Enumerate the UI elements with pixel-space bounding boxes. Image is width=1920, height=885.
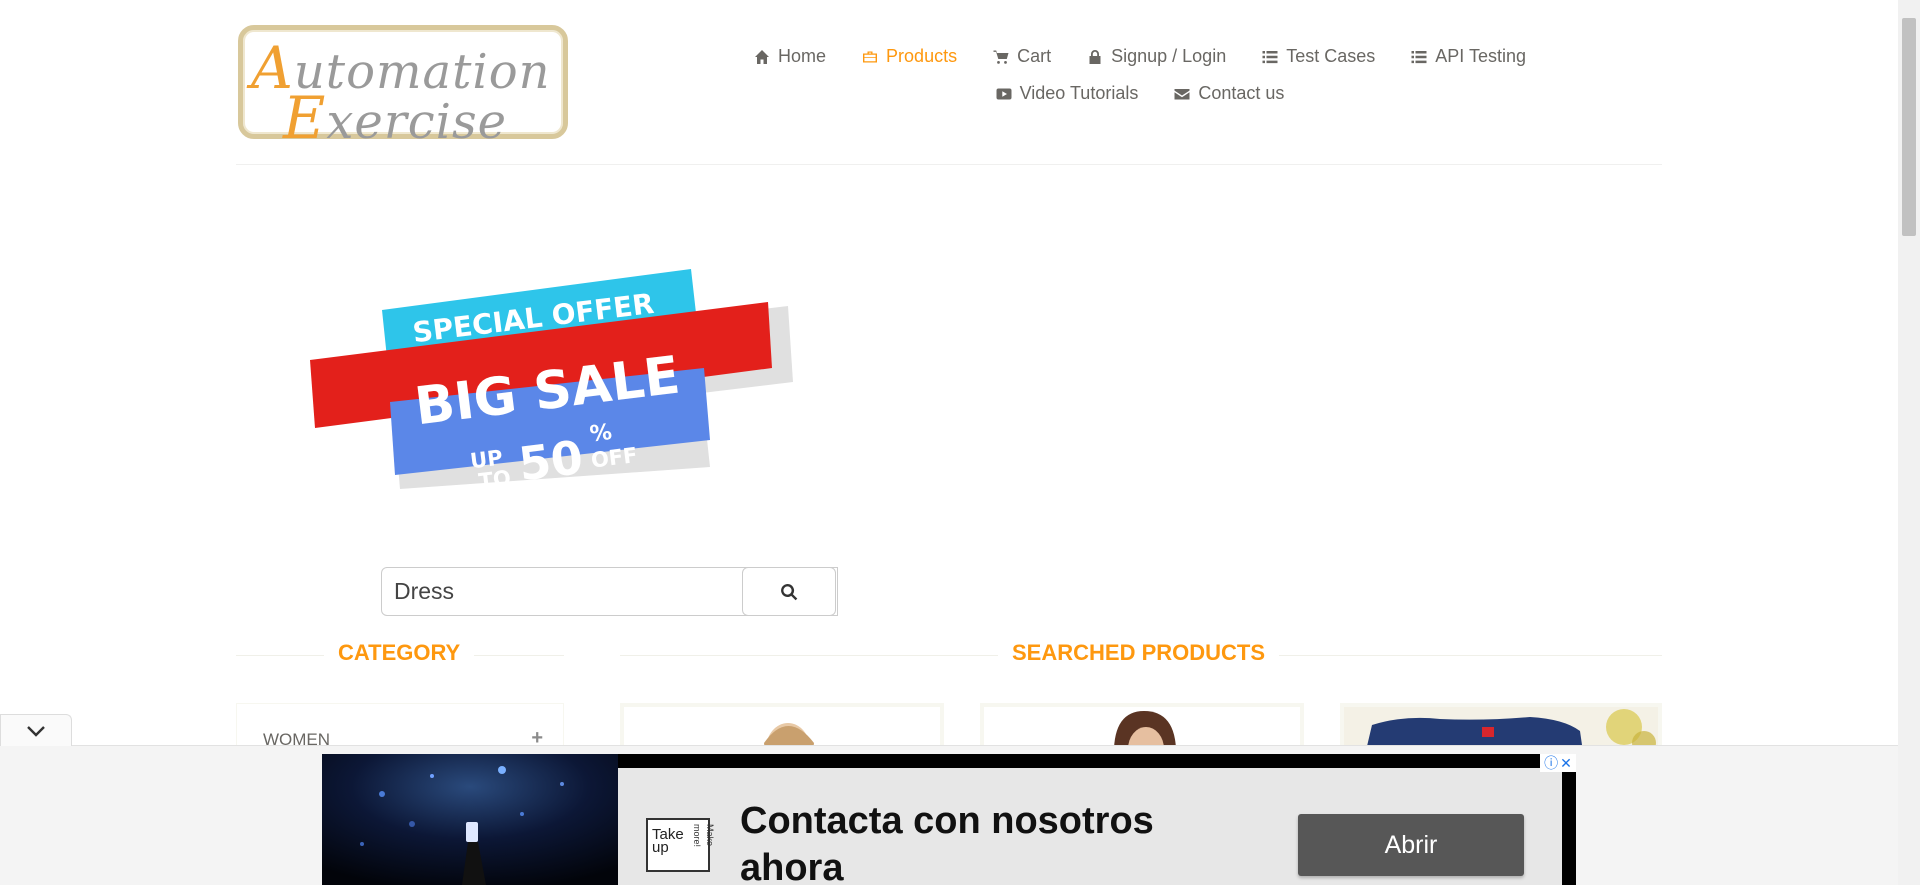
ad-image xyxy=(322,754,618,885)
nav-api-testing-label: API Testing xyxy=(1435,46,1526,66)
nav-video-tutorials[interactable]: Video Tutorials xyxy=(978,75,1157,112)
banner-percent: % xyxy=(588,420,613,448)
category-title: CATEGORY xyxy=(324,640,475,666)
page: Automation Exercise Home Products Cart S… xyxy=(0,0,1920,885)
nav-products[interactable]: Products xyxy=(844,38,975,75)
info-icon[interactable]: ⓘ xyxy=(1544,756,1558,770)
search-icon xyxy=(781,583,798,600)
nav-products-label: Products xyxy=(886,46,958,66)
home-icon xyxy=(755,49,770,64)
list-icon xyxy=(1411,50,1427,63)
nav-contact-us[interactable]: Contact us xyxy=(1156,75,1302,112)
nav-contact-label: Contact us xyxy=(1198,83,1285,103)
ad-panel: Take up Make more! Contacta con nosotros… xyxy=(618,768,1562,885)
close-icon[interactable]: ✕ xyxy=(1560,756,1572,770)
ad-logo-tagline: Make more! xyxy=(692,824,715,848)
nav-signup-login[interactable]: Signup / Login xyxy=(1069,38,1244,75)
nav-test-cases-label: Test Cases xyxy=(1286,46,1376,66)
searched-products-title: SEARCHED PRODUCTS xyxy=(998,640,1280,666)
nav-cart[interactable]: Cart xyxy=(975,38,1069,75)
nav-test-cases[interactable]: Test Cases xyxy=(1244,38,1393,75)
main-nav: Home Products Cart Signup / Login Test C… xyxy=(740,38,1540,112)
logo-cap-e: E xyxy=(283,84,327,152)
youtube-icon xyxy=(996,88,1012,99)
vertical-scrollbar[interactable] xyxy=(1898,0,1920,885)
takeup-logo: Take up Make more! xyxy=(646,818,715,872)
banner-to: TO xyxy=(477,466,512,492)
sale-banner[interactable]: SPECIAL OFFER BIG SALE UP TO 50 % OFF xyxy=(300,262,800,492)
search-button[interactable] xyxy=(742,567,836,616)
scrollbar-thumb[interactable] xyxy=(1902,18,1916,236)
nav-signup-label: Signup / Login xyxy=(1111,46,1227,66)
ad-open-button[interactable]: Abrir xyxy=(1298,814,1524,876)
nav-api-testing[interactable]: API Testing xyxy=(1393,38,1544,75)
nav-row-1: Home Products Cart Signup / Login Test C… xyxy=(740,38,1540,75)
envelope-icon xyxy=(1174,88,1190,99)
ad-controls: ⓘ ✕ xyxy=(1540,754,1576,772)
ad-banner[interactable]: Take up Make more! Contacta con nosotros… xyxy=(322,754,1576,885)
chevron-down-icon xyxy=(27,725,45,737)
nav-cart-label: Cart xyxy=(1017,46,1052,66)
cart-icon xyxy=(993,50,1009,64)
nav-row-2: Video Tutorials Contact us xyxy=(740,75,1540,112)
ad-headline: Contacta con nosotros ahora xyxy=(740,800,1154,885)
lock-icon xyxy=(1089,49,1101,64)
briefcase-icon xyxy=(863,51,878,62)
banner-fifty: 50 xyxy=(516,430,586,491)
nav-home-label: Home xyxy=(778,46,827,66)
list-icon xyxy=(1262,50,1278,63)
header-divider xyxy=(236,164,1662,165)
nav-home[interactable]: Home xyxy=(736,38,844,75)
logo-text-2: xercise xyxy=(326,94,508,150)
site-logo[interactable]: Automation Exercise xyxy=(238,25,568,152)
collapse-ad-button[interactable] xyxy=(0,714,72,746)
logo-line-2: Exercise xyxy=(283,84,507,152)
nav-video-label: Video Tutorials xyxy=(1019,83,1139,103)
